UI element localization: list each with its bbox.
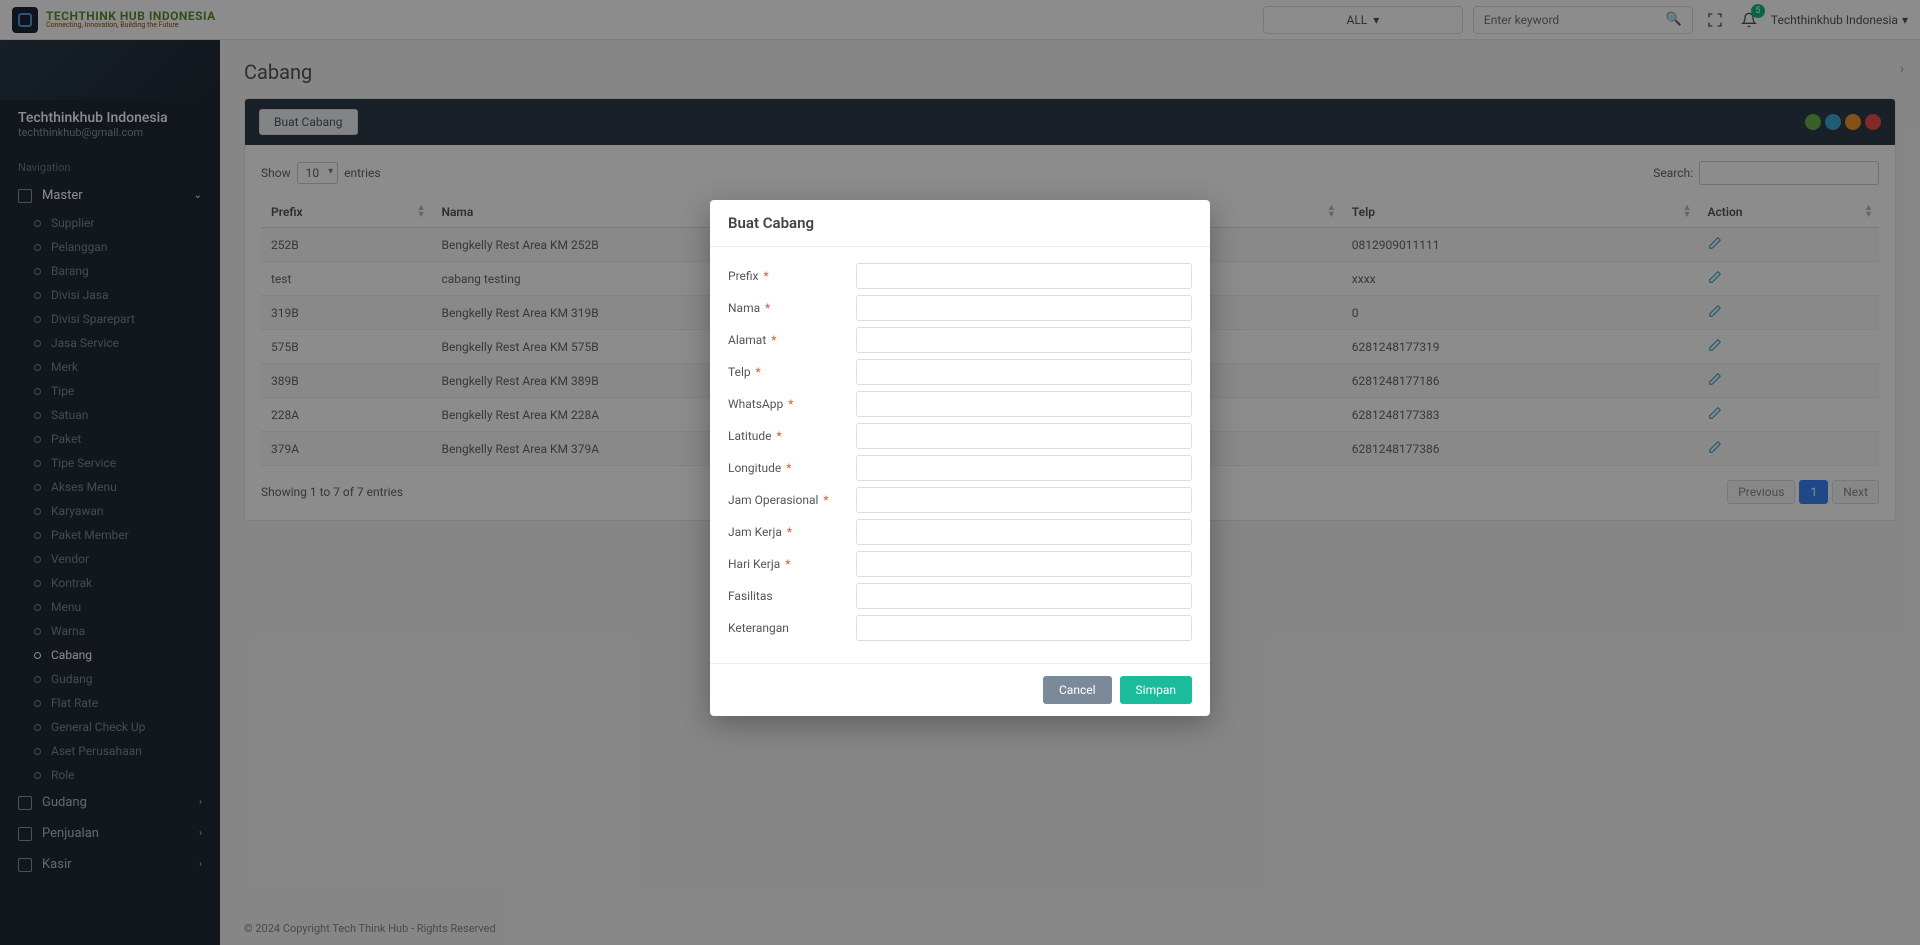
field-label: Latitude *: [728, 429, 856, 443]
form-row-hari-kerja: Hari Kerja *: [728, 551, 1192, 577]
create-cabang-modal: Buat Cabang Prefix * Nama * Alamat * Telp *…: [710, 200, 1210, 716]
field-label: Jam Kerja *: [728, 525, 856, 539]
required-mark: *: [788, 397, 793, 411]
required-mark: *: [771, 333, 776, 347]
alamat-input[interactable]: [856, 327, 1192, 353]
form-row-nama: Nama *: [728, 295, 1192, 321]
field-label: WhatsApp *: [728, 397, 856, 411]
required-mark: *: [786, 461, 791, 475]
whatsapp-input[interactable]: [856, 391, 1192, 417]
field-label: Prefix *: [728, 269, 856, 283]
form-row-telp: Telp *: [728, 359, 1192, 385]
required-mark: *: [756, 365, 761, 379]
required-mark: *: [776, 429, 781, 443]
form-row-prefix: Prefix *: [728, 263, 1192, 289]
latitude-input[interactable]: [856, 423, 1192, 449]
keterangan-input[interactable]: [856, 615, 1192, 641]
form-row-alamat: Alamat *: [728, 327, 1192, 353]
jam-kerja-input[interactable]: [856, 519, 1192, 545]
required-mark: *: [785, 557, 790, 571]
form-row-jam-operasional: Jam Operasional *: [728, 487, 1192, 513]
field-label: Jam Operasional *: [728, 493, 856, 507]
form-row-jam-kerja: Jam Kerja *: [728, 519, 1192, 545]
form-row-keterangan: Keterangan: [728, 615, 1192, 641]
modal-footer: Cancel Simpan: [710, 663, 1210, 716]
field-label: Keterangan: [728, 621, 856, 635]
prefix-input[interactable]: [856, 263, 1192, 289]
modal-title: Buat Cabang: [710, 200, 1210, 247]
required-mark: *: [765, 301, 770, 315]
save-button[interactable]: Simpan: [1120, 676, 1192, 704]
nama-input[interactable]: [856, 295, 1192, 321]
required-mark: *: [763, 269, 768, 283]
telp-input[interactable]: [856, 359, 1192, 385]
form-row-latitude: Latitude *: [728, 423, 1192, 449]
jam-operasional-input[interactable]: [856, 487, 1192, 513]
cancel-button[interactable]: Cancel: [1043, 676, 1112, 704]
form-row-fasilitas: Fasilitas: [728, 583, 1192, 609]
field-label: Longitude *: [728, 461, 856, 475]
required-mark: *: [823, 493, 828, 507]
form-row-longitude: Longitude *: [728, 455, 1192, 481]
fasilitas-input[interactable]: [856, 583, 1192, 609]
field-label: Nama *: [728, 301, 856, 315]
field-label: Telp *: [728, 365, 856, 379]
field-label: Alamat *: [728, 333, 856, 347]
hari-kerja-input[interactable]: [856, 551, 1192, 577]
field-label: Fasilitas: [728, 589, 856, 603]
required-mark: *: [787, 525, 792, 539]
form-row-whatsapp: WhatsApp *: [728, 391, 1192, 417]
longitude-input[interactable]: [856, 455, 1192, 481]
field-label: Hari Kerja *: [728, 557, 856, 571]
